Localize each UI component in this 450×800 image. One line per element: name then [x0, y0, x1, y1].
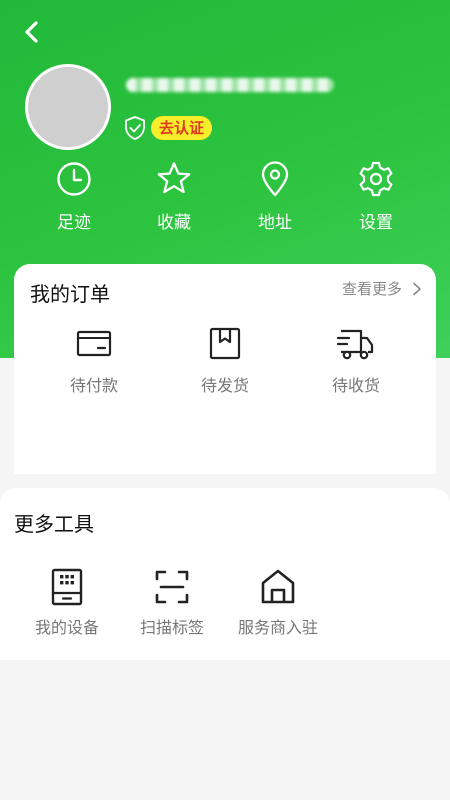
quick-link-settings[interactable]: 设置 — [326, 160, 426, 233]
quick-link-favorites[interactable]: 收藏 — [124, 160, 224, 233]
gear-icon — [359, 161, 393, 197]
avatar[interactable] — [25, 64, 111, 150]
chevron-right-icon — [413, 282, 421, 295]
tool-label: 服务商入驻 — [237, 618, 318, 637]
device-icon — [51, 568, 83, 606]
tool-scan-label[interactable]: 扫描标签 — [135, 568, 209, 638]
order-label: 待发货 — [200, 376, 249, 395]
card-icon — [76, 330, 112, 357]
scan-icon — [155, 570, 189, 604]
order-pending-shipment[interactable]: 待发货 — [170, 326, 280, 396]
view-more-label: 查看更多 — [341, 280, 402, 298]
orders-title: 我的订单 — [30, 282, 110, 306]
quick-link-label: 足迹 — [57, 213, 91, 233]
star-icon — [157, 162, 191, 194]
orders-card: 我的订单 查看更多 待付款 待发货 待收货 — [14, 264, 436, 474]
quick-link-address[interactable]: 地址 — [225, 160, 325, 233]
tool-my-devices[interactable]: 我的设备 — [30, 568, 104, 638]
back-arrow-icon[interactable] — [18, 18, 46, 46]
verify-button[interactable]: 去认证 — [151, 116, 213, 140]
tool-label: 扫描标签 — [139, 618, 204, 637]
shield-check-icon — [125, 116, 145, 140]
view-more-link[interactable]: 查看更多 — [342, 278, 424, 299]
store-icon — [261, 569, 295, 604]
tools-title: 更多工具 — [14, 512, 94, 536]
user-nickname-blurred — [126, 78, 334, 92]
quick-link-label: 设置 — [359, 213, 393, 233]
quick-link-footprint[interactable]: 足迹 — [24, 160, 124, 233]
order-pending-payment[interactable]: 待付款 — [39, 326, 149, 396]
order-pending-receipt[interactable]: 待收货 — [301, 326, 411, 396]
package-icon — [209, 327, 241, 360]
location-pin-icon — [261, 161, 289, 197]
tool-label: 我的设备 — [34, 618, 99, 637]
order-label: 待付款 — [69, 376, 118, 395]
clock-icon — [57, 162, 91, 196]
order-label: 待收货 — [331, 376, 380, 395]
tools-card: 更多工具 我的设备 扫描标签 服务商入驻 — [0, 488, 450, 660]
quick-link-label: 收藏 — [157, 213, 191, 233]
tool-provider-join[interactable]: 服务商入驻 — [232, 568, 324, 638]
truck-icon — [336, 329, 374, 360]
quick-link-label: 地址 — [258, 213, 292, 233]
